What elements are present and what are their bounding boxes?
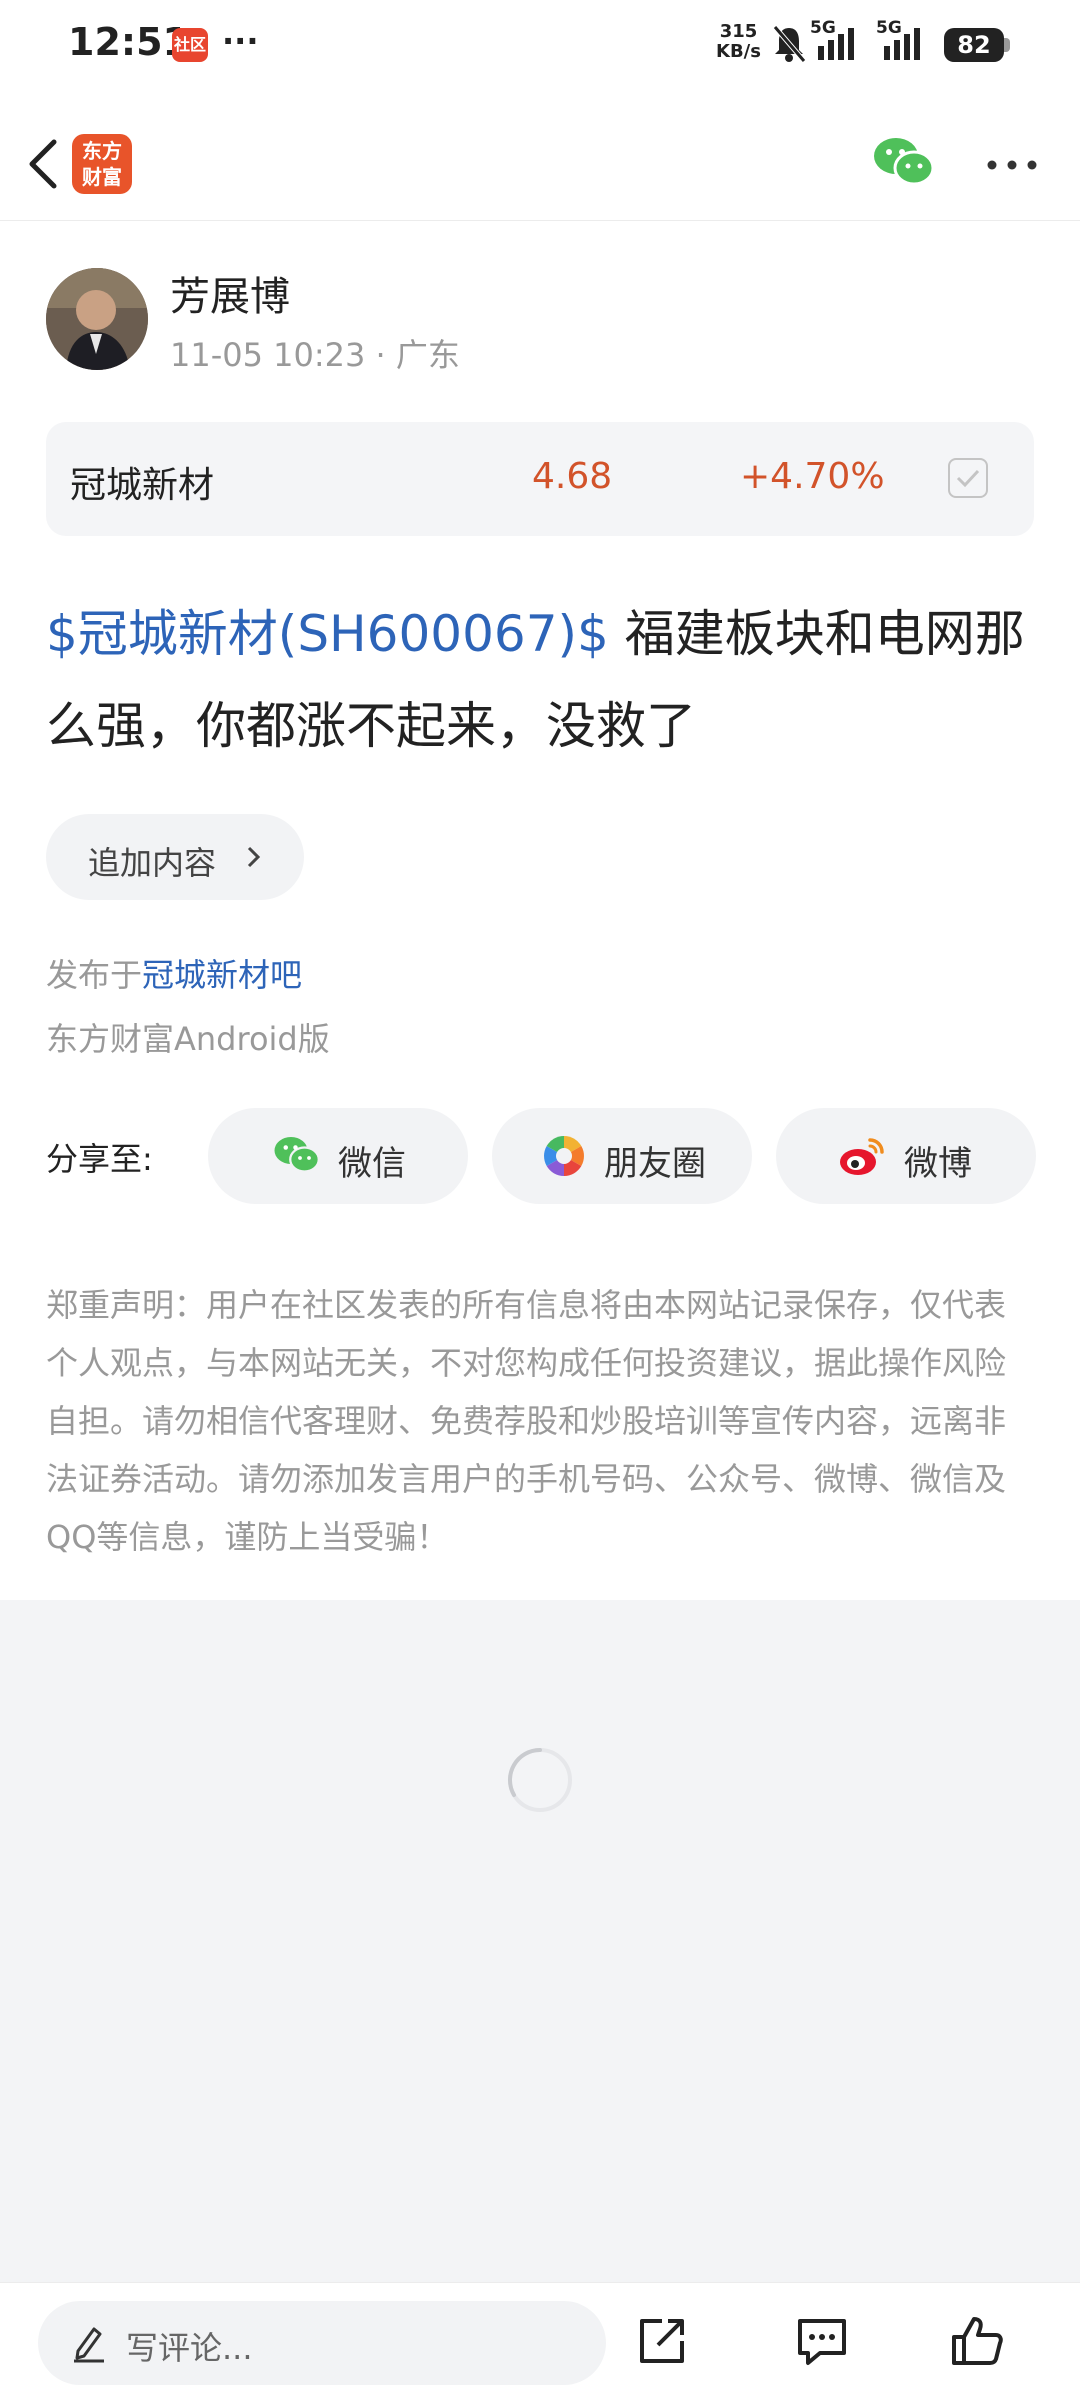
eastmoney-logo[interactable]: 东方 财富 — [72, 134, 132, 194]
append-content-button[interactable]: 追加内容 — [46, 814, 304, 900]
like-icon[interactable] — [950, 2315, 1004, 2367]
comment-icon[interactable] — [796, 2315, 848, 2367]
weibo-icon — [840, 1138, 884, 1175]
wechat-icon — [274, 1137, 320, 1173]
network-speed-value: 315 — [719, 21, 758, 42]
posted-in-prefix: 发布于 — [46, 956, 143, 994]
loading-spinner-icon — [508, 1748, 572, 1812]
battery-tip — [1004, 38, 1010, 52]
forum-link[interactable]: 冠城新材吧 — [142, 956, 302, 994]
top-nav: 东方 财富 — [0, 120, 1080, 221]
share-moments-label: 朋友圈 — [604, 1144, 706, 1184]
bottom-action-bar: 写评论... — [0, 2282, 1080, 2401]
post-content: $冠城新材(SH600067)$ 福建板块和电网那么强，你都涨不起来，没救了 — [46, 588, 1036, 772]
moments-icon — [544, 1136, 584, 1176]
logo-line-1: 东方 — [82, 139, 122, 163]
share-weibo-label: 微博 — [904, 1144, 972, 1184]
logo-line-2: 财富 — [82, 165, 122, 189]
community-app-icon: 社区 — [172, 28, 208, 62]
back-arrow-icon[interactable] — [22, 134, 66, 194]
posted-in: 发布于冠城新材吧 — [46, 950, 302, 996]
stock-price: 4.68 — [532, 456, 613, 497]
post-timestamp: 11-05 10:23 — [170, 336, 366, 374]
share-external-icon[interactable] — [636, 2315, 688, 2367]
share-label: 分享至: — [46, 1140, 153, 1178]
status-more-icon: ··· — [222, 22, 259, 60]
mute-bell-icon — [773, 25, 806, 63]
legal-disclaimer: 郑重声明：用户在社区发表的所有信息将由本网站记录保存，仅代表个人观点，与本网站无… — [46, 1286, 1007, 1556]
more-options-icon[interactable] — [986, 158, 1038, 172]
comment-placeholder: 写评论... — [126, 2329, 253, 2367]
network-speed-unit: KB/s — [716, 41, 761, 62]
status-time: 12:51 — [68, 20, 189, 64]
avatar-photo — [46, 268, 148, 370]
stock-name: 冠城新材 — [70, 465, 215, 506]
append-content-label: 追加内容 — [88, 844, 217, 882]
share-weibo-button[interactable]: 微博 — [776, 1108, 1036, 1204]
wechat-share-icon[interactable] — [872, 134, 936, 190]
comment-input[interactable]: 写评论... — [38, 2301, 606, 2385]
add-watchlist-checkbox[interactable] — [948, 458, 988, 498]
post-location: 广东 — [395, 336, 460, 374]
status-bar: 12:51 社区 ··· 315 KB/s 5G 5G 82 — [0, 0, 1080, 90]
author-name[interactable]: 芳展博 — [170, 264, 290, 322]
stock-tag-link[interactable]: $冠城新材(SH600067)$ — [46, 605, 609, 663]
stock-change: +4.70% — [740, 456, 885, 497]
signal-bars-icon — [884, 28, 920, 60]
share-moments-button[interactable]: 朋友圈 — [492, 1108, 752, 1204]
meta-separator: · — [365, 336, 396, 374]
post-meta: 11-05 10:23 · 广东 — [170, 330, 460, 376]
check-icon — [956, 469, 980, 488]
share-wechat-label: 微信 — [338, 1144, 406, 1184]
signal-bars-icon — [818, 28, 854, 60]
chevron-right-icon — [247, 846, 261, 868]
stock-quote-card[interactable]: 冠城新材 4.68 +4.70% — [46, 422, 1034, 536]
pen-icon — [74, 2327, 104, 2363]
network-speed: 315 KB/s — [716, 22, 761, 62]
battery-level: 82 — [944, 28, 1004, 62]
share-wechat-button[interactable]: 微信 — [208, 1108, 468, 1204]
author-avatar[interactable] — [46, 268, 148, 370]
client-version: 东方财富Android版 — [46, 1020, 330, 1058]
